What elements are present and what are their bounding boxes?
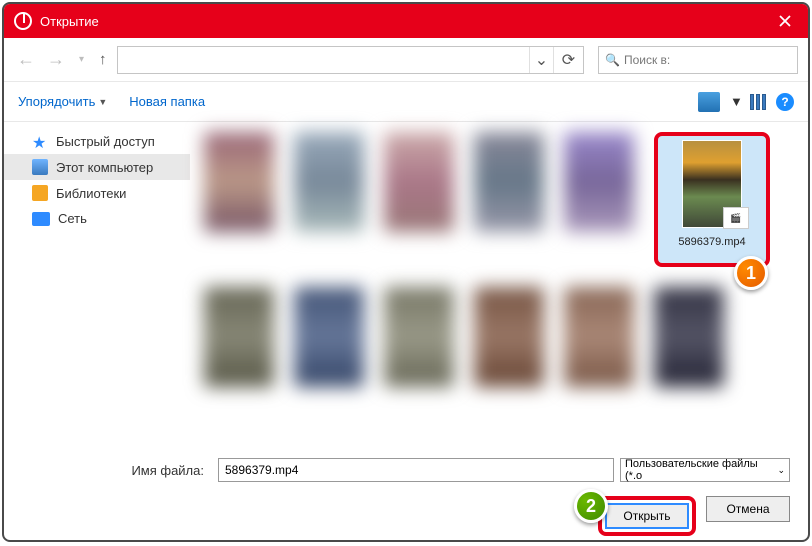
close-icon — [779, 15, 791, 27]
chevron-down-icon: ▼ — [98, 97, 107, 107]
sidebar-item-quick-access[interactable]: ★ Быстрый доступ — [4, 128, 190, 154]
file-thumbnail[interactable] — [384, 287, 454, 387]
button-row: Открыть 2 Отмена — [22, 496, 790, 536]
back-button[interactable]: ← — [14, 49, 38, 70]
forward-button[interactable]: → — [44, 49, 68, 70]
window-title: Открытие — [40, 14, 99, 29]
sidebar-item-this-pc[interactable]: Этот компьютер — [4, 154, 190, 180]
history-dropdown[interactable]: ▾ — [76, 54, 87, 65]
help-button[interactable]: ? — [776, 93, 794, 111]
view-mode-button[interactable] — [698, 92, 720, 112]
file-thumbnail[interactable] — [384, 132, 454, 232]
media-player-icon: 🎬 — [723, 207, 749, 229]
libraries-icon — [32, 185, 48, 201]
nav-row: ← → ▾ ↑ ⌄ ⟳ 🔍 Поиск в: — [4, 38, 808, 82]
video-thumbnail: 🎬 — [682, 140, 742, 228]
file-thumbnail[interactable] — [564, 132, 634, 232]
star-icon: ★ — [32, 133, 48, 149]
file-area[interactable]: 🎬 5896379.mp4 1 — [190, 122, 808, 450]
chevron-down-icon: ⌄ — [777, 465, 785, 476]
organize-button[interactable]: Упорядочить ▼ — [18, 94, 107, 109]
file-thumbnail[interactable] — [294, 132, 364, 232]
file-thumbnail[interactable] — [564, 287, 634, 387]
address-bar[interactable]: ⌄ ⟳ — [117, 46, 584, 74]
search-input[interactable]: 🔍 Поиск в: — [598, 46, 798, 74]
filename-row: Имя файла: Пользовательские файлы (*.o ⌄ — [22, 458, 790, 482]
file-thumbnail[interactable] — [204, 132, 274, 232]
footer: Имя файла: Пользовательские файлы (*.o ⌄… — [4, 450, 808, 542]
file-name-label: 5896379.mp4 — [678, 236, 745, 248]
up-button[interactable]: ↑ — [95, 51, 111, 68]
new-folder-button[interactable]: Новая папка — [129, 94, 205, 109]
address-dropdown-icon[interactable]: ⌄ — [529, 47, 553, 73]
file-thumbnail[interactable] — [294, 287, 364, 387]
app-logo-icon — [14, 12, 32, 30]
search-icon: 🔍 — [605, 53, 620, 67]
search-placeholder: Поиск в: — [624, 53, 670, 67]
file-thumbnail[interactable] — [654, 287, 724, 387]
file-thumbnail[interactable] — [204, 287, 274, 387]
filename-input[interactable] — [218, 458, 614, 482]
dialog-window: Открытие ← → ▾ ↑ ⌄ ⟳ 🔍 Поиск в: Упорядоч… — [2, 2, 810, 542]
file-thumbnail[interactable] — [474, 132, 544, 232]
preview-pane-button[interactable] — [750, 94, 766, 110]
filename-label: Имя файла: — [22, 463, 212, 478]
dialog-body: ★ Быстрый доступ Этот компьютер Библиоте… — [4, 122, 808, 450]
toolbar: Упорядочить ▼ Новая папка ▼ ? — [4, 82, 808, 122]
titlebar: Открытие — [4, 4, 808, 38]
pc-icon — [32, 159, 48, 175]
sidebar-item-libraries[interactable]: Библиотеки — [4, 180, 190, 206]
refresh-icon[interactable]: ⟳ — [553, 47, 583, 73]
cancel-button[interactable]: Отмена — [706, 496, 790, 522]
annotation-marker-2: 2 — [574, 489, 608, 523]
open-button-highlight: Открыть 2 — [598, 496, 696, 536]
file-thumbnail[interactable] — [474, 287, 544, 387]
annotation-marker-1: 1 — [734, 256, 768, 290]
sidebar-item-network[interactable]: Сеть — [4, 206, 190, 231]
network-icon — [32, 212, 50, 226]
open-button[interactable]: Открыть — [605, 503, 689, 529]
selected-file[interactable]: 🎬 5896379.mp4 1 — [654, 132, 770, 267]
close-button[interactable] — [762, 4, 808, 38]
view-dropdown-icon[interactable]: ▼ — [730, 94, 740, 109]
file-type-dropdown[interactable]: Пользовательские файлы (*.o ⌄ — [620, 458, 790, 482]
toolbar-right: ▼ ? — [698, 92, 794, 112]
sidebar: ★ Быстрый доступ Этот компьютер Библиоте… — [4, 122, 190, 450]
